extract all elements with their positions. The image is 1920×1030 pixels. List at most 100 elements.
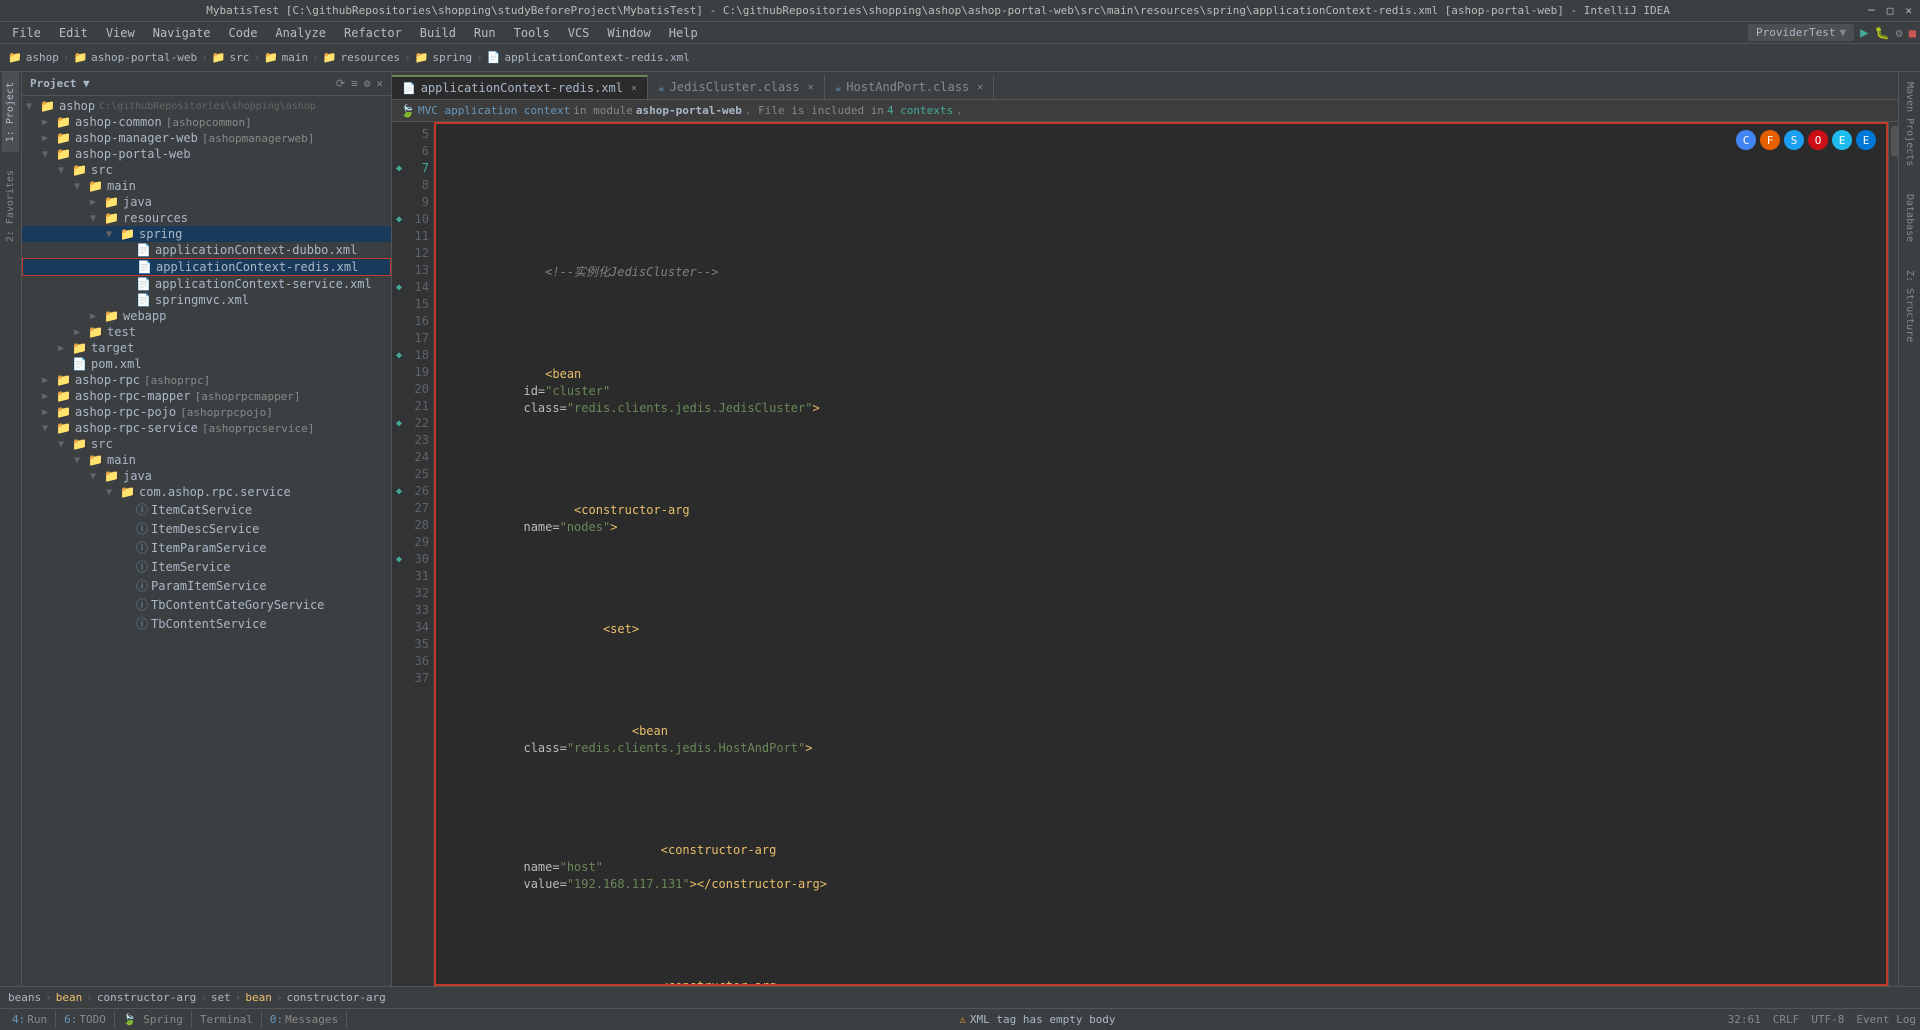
tree-item-pom-xml[interactable]: 📄 pom.xml bbox=[22, 356, 391, 372]
tree-item-rpc-main[interactable]: ▼ 📁 main bbox=[22, 452, 391, 468]
tree-item-springmvc-xml[interactable]: 📄 springmvc.xml bbox=[22, 292, 391, 308]
chrome-icon[interactable]: C bbox=[1736, 130, 1756, 150]
context-count[interactable]: 4 contexts bbox=[887, 104, 953, 117]
run-button[interactable]: ▶ bbox=[1860, 25, 1868, 41]
vtab-maven[interactable]: Maven Projects bbox=[1901, 72, 1918, 176]
tree-item-itemcat-service[interactable]: ⓘ ItemCatService bbox=[22, 500, 391, 519]
tree-item-rpc-service[interactable]: ▼ 📁 ashop-rpc-service [ashoprpcservice] bbox=[22, 420, 391, 436]
firefox-icon[interactable]: F bbox=[1760, 130, 1780, 150]
menu-item-navigate[interactable]: Navigate bbox=[145, 24, 219, 42]
tab-close-button[interactable]: ✕ bbox=[631, 83, 637, 94]
tree-item-rpc-package[interactable]: ▼ 📁 com.ashop.rpc.service bbox=[22, 484, 391, 500]
tree-item-ashop-common[interactable]: ▶ 📁 ashop-common [ashopcommon] bbox=[22, 114, 391, 130]
collapse-icon[interactable]: ≡ bbox=[351, 77, 358, 90]
tree-item-contentcategory-service[interactable]: ⓘ TbContentCateGoryService bbox=[22, 595, 391, 614]
tree-item-ashop-rpc[interactable]: ▶ 📁 ashop-rpc [ashoprpc] bbox=[22, 372, 391, 388]
tree-item-rpc-pojo[interactable]: ▶ 📁 ashop-rpc-pojo [ashoprpcpojo] bbox=[22, 404, 391, 420]
tree-item-spring[interactable]: ▼ 📁 spring bbox=[22, 226, 391, 242]
menu-item-analyze[interactable]: Analyze bbox=[267, 24, 334, 42]
breadcrumb-portal-web[interactable]: ashop-portal-web bbox=[91, 51, 197, 64]
vtab-database[interactable]: Database bbox=[1901, 184, 1918, 252]
ie-icon[interactable]: E bbox=[1832, 130, 1852, 150]
vtab-favorites[interactable]: 2: Favorites bbox=[2, 160, 19, 252]
tree-item-resources[interactable]: ▼ 📁 resources bbox=[22, 210, 391, 226]
scrollbar-thumb[interactable] bbox=[1891, 126, 1898, 156]
messages-tab[interactable]: 0: Messages bbox=[262, 1011, 347, 1028]
tree-item-redis-xml[interactable]: 📄 applicationContext-redis.xml bbox=[22, 258, 391, 276]
tree-item-java[interactable]: ▶ 📁 java bbox=[22, 194, 391, 210]
coverage-button[interactable]: ⚙ bbox=[1896, 26, 1903, 40]
tab-jediscluster-class[interactable]: ☕ JedisCluster.class ✕ bbox=[648, 75, 825, 99]
menu-item-view[interactable]: View bbox=[98, 24, 143, 42]
tree-item-main[interactable]: ▼ 📁 main bbox=[22, 178, 391, 194]
tree-item-item-service[interactable]: ⓘ ItemService bbox=[22, 557, 391, 576]
tab-close-button[interactable]: ✕ bbox=[808, 82, 814, 93]
event-log-link[interactable]: Event Log bbox=[1856, 1013, 1916, 1026]
maximize-button[interactable]: □ bbox=[1887, 4, 1894, 17]
breadcrumb-set[interactable]: set bbox=[211, 991, 231, 1004]
tree-item-src[interactable]: ▼ 📁 src bbox=[22, 162, 391, 178]
menu-item-window[interactable]: Window bbox=[599, 24, 658, 42]
tree-item-dubbo-xml[interactable]: 📄 applicationContext-dubbo.xml bbox=[22, 242, 391, 258]
menu-item-help[interactable]: Help bbox=[661, 24, 706, 42]
tab-close-button[interactable]: ✕ bbox=[977, 82, 983, 93]
tree-item-rpc-src[interactable]: ▼ 📁 src bbox=[22, 436, 391, 452]
breadcrumb-constructor-arg2[interactable]: constructor-arg bbox=[286, 991, 385, 1004]
menu-item-tools[interactable]: Tools bbox=[506, 24, 558, 42]
tree-item-webapp[interactable]: ▶ 📁 webapp bbox=[22, 308, 391, 324]
mvc-context-link[interactable]: MVC application context bbox=[418, 104, 570, 117]
terminal-tab[interactable]: Terminal bbox=[192, 1011, 262, 1028]
minimize-button[interactable]: ─ bbox=[1868, 4, 1875, 17]
menu-item-build[interactable]: Build bbox=[412, 24, 464, 42]
menu-item-code[interactable]: Code bbox=[221, 24, 266, 42]
tab-hostandport-class[interactable]: ☕ HostAndPort.class ✕ bbox=[825, 75, 994, 99]
sync-icon[interactable]: ⟳ bbox=[336, 77, 345, 90]
tree-item-rpc-java[interactable]: ▼ 📁 java bbox=[22, 468, 391, 484]
breadcrumb-src[interactable]: src bbox=[229, 51, 249, 64]
hide-icon[interactable]: ✕ bbox=[376, 77, 383, 90]
run-config-selector[interactable]: ProviderTest ▼ bbox=[1748, 24, 1854, 41]
vtab-project[interactable]: 1: Project bbox=[2, 72, 19, 152]
encoding-indicator[interactable]: UTF-8 bbox=[1811, 1013, 1844, 1026]
tree-item-itemparam-service[interactable]: ⓘ ItemParamService bbox=[22, 538, 391, 557]
breadcrumb-constructor-arg1[interactable]: constructor-arg bbox=[97, 991, 196, 1004]
spring-tab[interactable]: 🍃 Spring bbox=[115, 1011, 192, 1028]
close-button[interactable]: ✕ bbox=[1905, 4, 1912, 17]
breadcrumb-bean1[interactable]: bean bbox=[56, 991, 83, 1004]
tree-item-target[interactable]: ▶ 📁 target bbox=[22, 340, 391, 356]
menu-item-vcs[interactable]: VCS bbox=[560, 24, 598, 42]
todo-tab[interactable]: 6: TODO bbox=[56, 1011, 115, 1028]
tree-item-ashop-manager[interactable]: ▶ 📁 ashop-manager-web [ashopmanagerweb] bbox=[22, 130, 391, 146]
menu-item-run[interactable]: Run bbox=[466, 24, 504, 42]
tree-item-rpc-mapper[interactable]: ▶ 📁 ashop-rpc-mapper [ashoprpcmapper] bbox=[22, 388, 391, 404]
tree-item-itemdesc-service[interactable]: ⓘ ItemDescService bbox=[22, 519, 391, 538]
menu-item-edit[interactable]: Edit bbox=[51, 24, 96, 42]
tree-item-ashop-portal[interactable]: ▼ 📁 ashop-portal-web bbox=[22, 146, 391, 162]
breadcrumb-bean2[interactable]: bean bbox=[245, 991, 272, 1004]
gear-icon[interactable]: ⚙ bbox=[364, 77, 371, 90]
editor-scrollbar[interactable] bbox=[1888, 122, 1898, 986]
opera-icon[interactable]: O bbox=[1808, 130, 1828, 150]
tree-item-test[interactable]: ▶ 📁 test bbox=[22, 324, 391, 340]
debug-button[interactable]: 🐛 bbox=[1875, 26, 1890, 40]
breadcrumb-spring[interactable]: spring bbox=[432, 51, 472, 64]
breadcrumb-file[interactable]: applicationContext-redis.xml bbox=[505, 51, 690, 64]
breadcrumb-main[interactable]: main bbox=[282, 51, 309, 64]
safari-icon[interactable]: S bbox=[1784, 130, 1804, 150]
tree-item-content-service[interactable]: ⓘ TbContentService bbox=[22, 614, 391, 633]
tab-redis-xml[interactable]: 📄 applicationContext-redis.xml ✕ bbox=[392, 75, 648, 99]
vtab-structure[interactable]: Z: Structure bbox=[1901, 260, 1918, 352]
breadcrumb-beans[interactable]: beans bbox=[8, 991, 41, 1004]
edge-icon[interactable]: E bbox=[1856, 130, 1876, 150]
breadcrumb-resources[interactable]: resources bbox=[340, 51, 400, 64]
stop-button[interactable]: ■ bbox=[1909, 26, 1916, 40]
run-tab[interactable]: 4: Run bbox=[4, 1011, 56, 1028]
tree-item-service-xml[interactable]: 📄 applicationContext-service.xml bbox=[22, 276, 391, 292]
menu-item-refactor[interactable]: Refactor bbox=[336, 24, 410, 42]
breadcrumb-ashop[interactable]: ashop bbox=[26, 51, 59, 64]
code-content-area[interactable]: <!--实例化JedisCluster--> <bean id="cluster… bbox=[434, 122, 1888, 986]
crlf-indicator[interactable]: CRLF bbox=[1773, 1013, 1800, 1026]
menu-item-file[interactable]: File bbox=[4, 24, 49, 42]
tree-item-ashop[interactable]: ▼ 📁 ashop C:\githubRepositories\shopping… bbox=[22, 98, 391, 114]
tree-item-paramitem-service[interactable]: ⓘ ParamItemService bbox=[22, 576, 391, 595]
